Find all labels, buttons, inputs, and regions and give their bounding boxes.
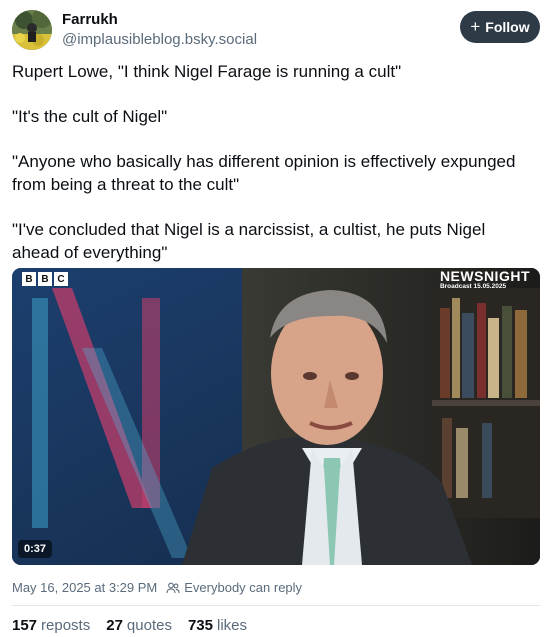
post-paragraph: "I've concluded that Nigel is a narcissi… [12, 220, 486, 262]
follow-button[interactable]: + Follow [460, 11, 540, 43]
bbc-logo-letter: B [22, 272, 36, 286]
reposts-count: 157 [12, 617, 38, 634]
follow-label: Follow [485, 19, 530, 35]
programme-branding: NEWSNIGHT Broadcast 15.05.2025 [440, 268, 530, 290]
bbc-logo: B B C [22, 272, 68, 286]
video-duration: 0:37 [18, 540, 53, 558]
reply-setting: Everybody can reply [166, 580, 302, 595]
post-paragraph: Rupert Lowe, "I think Nigel Farage is ru… [12, 62, 402, 81]
reposts-label: reposts [41, 617, 91, 634]
people-icon [166, 582, 180, 593]
quotes-count: 27 [106, 617, 123, 634]
bbc-logo-letter: B [38, 272, 52, 286]
likes-stat[interactable]: 735 likes [188, 617, 247, 634]
post-text: Rupert Lowe, "I think Nigel Farage is ru… [12, 60, 537, 286]
post-meta: May 16, 2025 at 3:29 PM Everybody can re… [12, 580, 302, 595]
reply-setting-label: Everybody can reply [184, 580, 303, 595]
display-name[interactable]: Farrukh [62, 11, 118, 28]
plus-icon: + [470, 17, 481, 36]
divider [12, 605, 540, 606]
video-player[interactable]: B B C NEWSNIGHT Broadcast 15.05.2025 0:3… [12, 268, 540, 565]
post-timestamp[interactable]: May 16, 2025 at 3:29 PM [12, 580, 157, 595]
quotes-stat[interactable]: 27 quotes [106, 617, 172, 634]
post-paragraph: "Anyone who basically has different opin… [12, 152, 516, 194]
post-paragraph: "It's the cult of Nigel" [12, 107, 168, 126]
likes-count: 735 [187, 617, 213, 634]
avatar-image [12, 10, 52, 50]
programme-title: NEWSNIGHT [439, 268, 530, 284]
avatar[interactable] [12, 10, 52, 50]
reposts-stat[interactable]: 157 reposts [12, 617, 90, 634]
bbc-logo-letter: C [54, 272, 68, 286]
user-handle[interactable]: @implausibleblog.bsky.social [62, 31, 257, 48]
engagement-stats: 157 reposts 27 quotes 735 likes [12, 617, 247, 634]
quotes-label: quotes [126, 617, 172, 634]
broadcast-date: Broadcast 15.05.2025 [439, 283, 507, 290]
video-thumbnail [12, 268, 540, 565]
post-header: Farrukh @implausibleblog.bsky.social + F… [12, 8, 540, 52]
likes-label: likes [217, 617, 248, 634]
